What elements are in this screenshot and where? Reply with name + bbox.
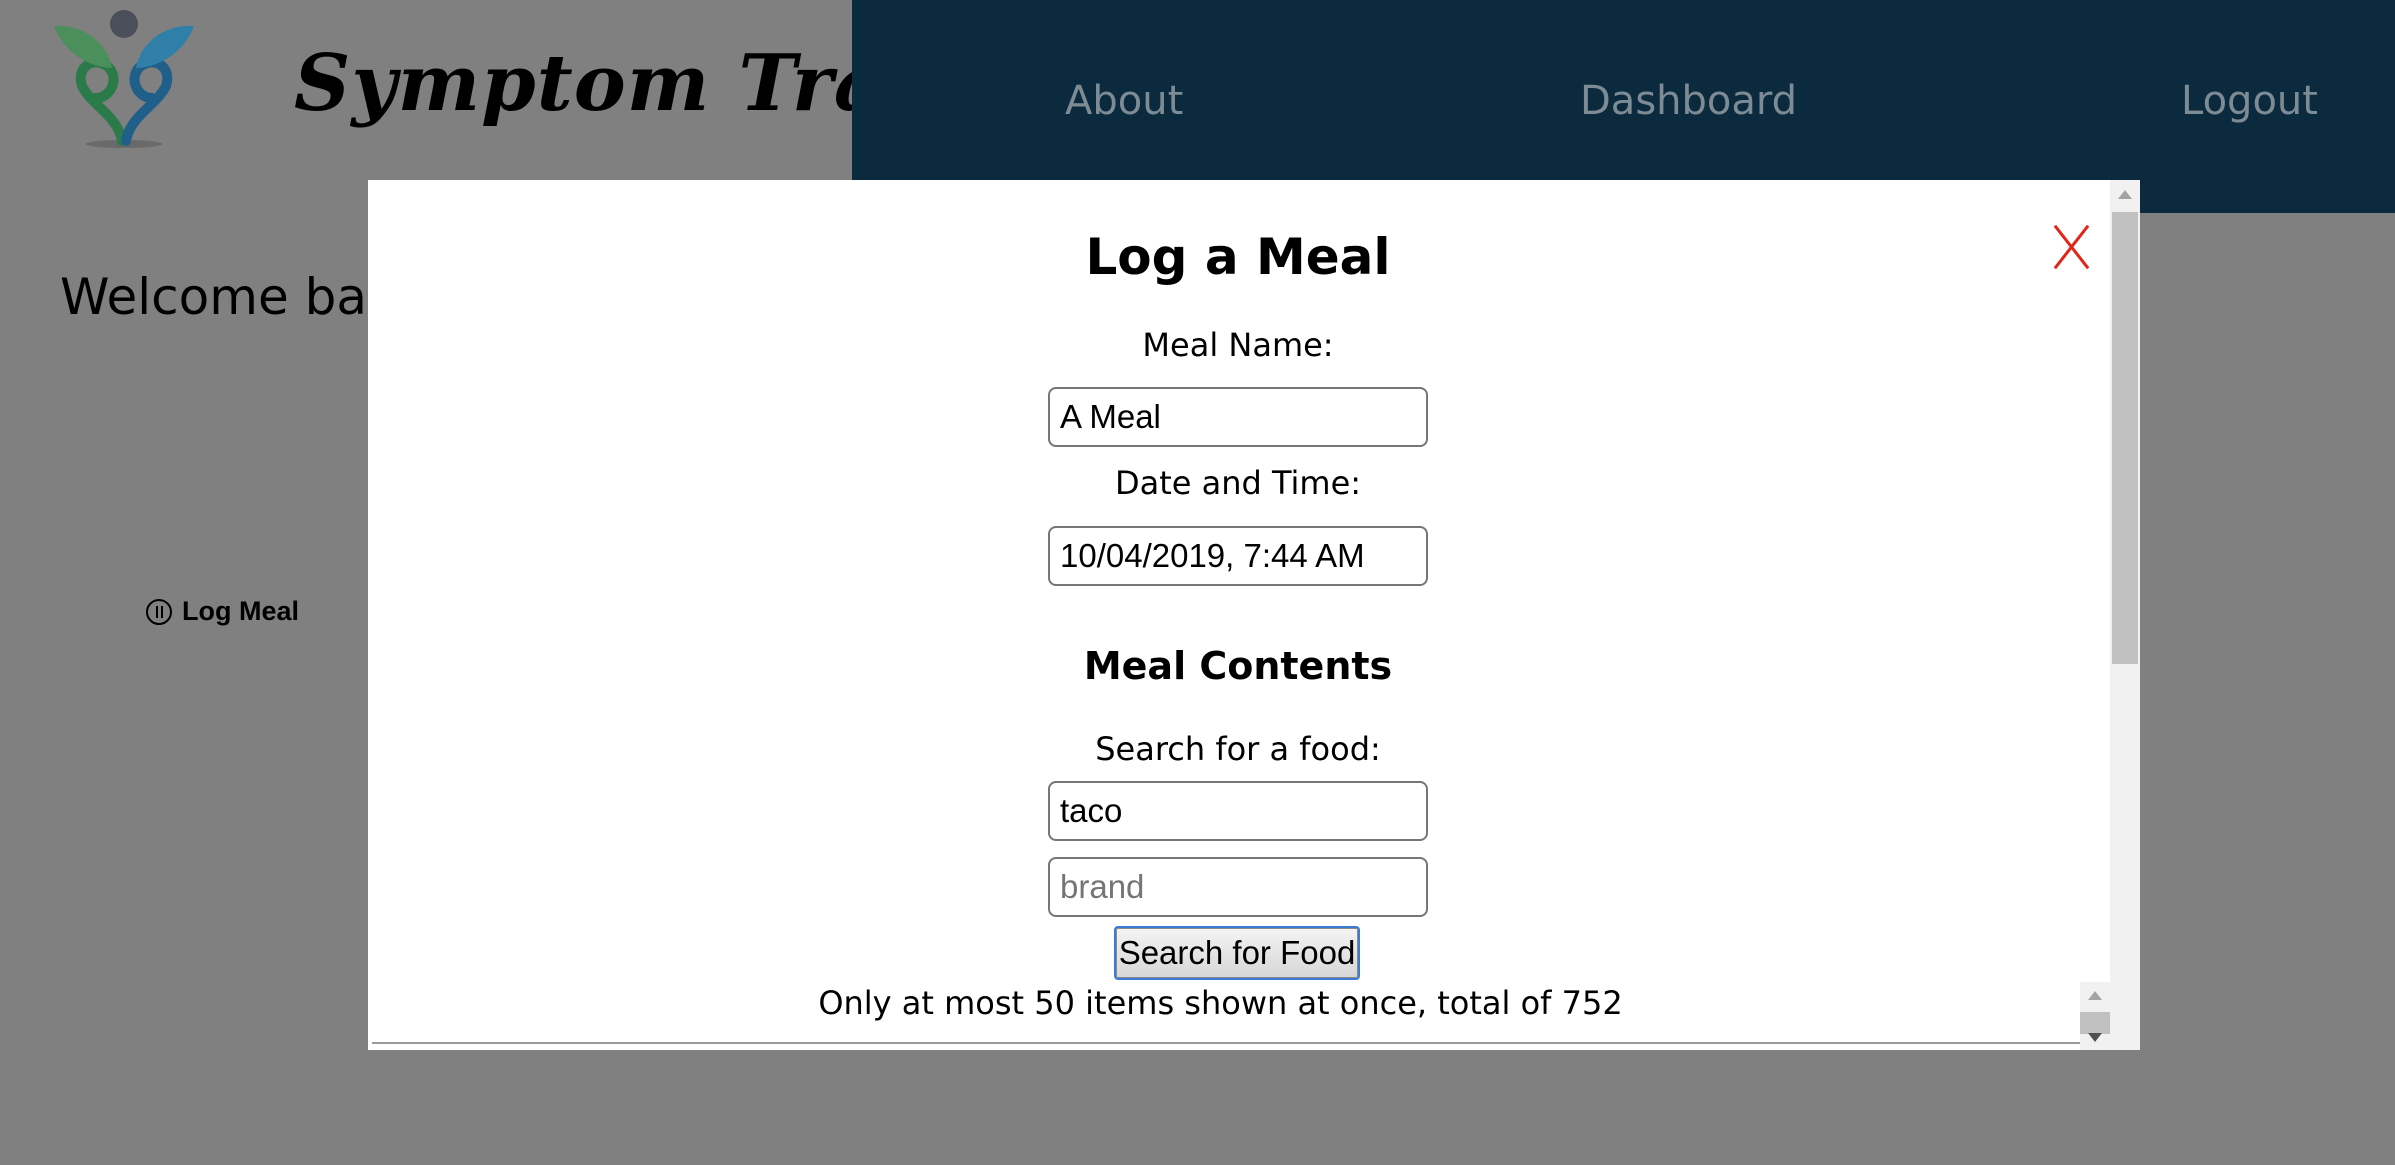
meal-contents-heading: Meal Contents bbox=[1083, 644, 1393, 688]
log-meal-button[interactable]: Log Meal bbox=[146, 596, 299, 627]
modal-scroll-thumb[interactable] bbox=[2112, 212, 2138, 664]
utensils-icon bbox=[146, 598, 172, 625]
food-search-input[interactable] bbox=[1048, 781, 1428, 841]
results-divider bbox=[372, 1042, 2080, 1044]
datetime-input[interactable] bbox=[1048, 526, 1428, 586]
brand-input[interactable] bbox=[1048, 857, 1428, 917]
meal-name-label: Meal Name: bbox=[1142, 326, 1334, 364]
modal-title: Log a Meal bbox=[1085, 228, 1391, 286]
results-scroll-thumb[interactable] bbox=[2080, 1012, 2110, 1034]
nav-about[interactable]: About bbox=[1065, 78, 1183, 124]
search-food-label: Search for a food: bbox=[1095, 730, 1381, 768]
results-scrollbar[interactable] bbox=[2080, 982, 2110, 1050]
modal-scrollbar[interactable] bbox=[2110, 180, 2140, 1050]
modal-scroll-up-arrow-icon[interactable] bbox=[2118, 190, 2132, 199]
meal-name-input[interactable] bbox=[1048, 387, 1428, 447]
logo-icon bbox=[54, 10, 194, 148]
results-info-text: Only at most 50 items shown at once, tot… bbox=[818, 984, 1623, 1022]
scroll-down-arrow-icon[interactable] bbox=[2088, 1033, 2102, 1042]
datetime-label: Date and Time: bbox=[1114, 464, 1362, 502]
close-icon[interactable] bbox=[2052, 222, 2092, 272]
search-for-food-button[interactable]: Search for Food bbox=[1114, 926, 1360, 980]
nav-logout[interactable]: Logout bbox=[2181, 78, 2318, 124]
nav-dashboard[interactable]: Dashboard bbox=[1580, 78, 1797, 124]
scroll-up-arrow-icon[interactable] bbox=[2088, 991, 2102, 1000]
log-meal-modal: Log a Meal Meal Name: Date and Time: Mea… bbox=[368, 180, 2140, 1050]
log-meal-label: Log Meal bbox=[182, 596, 300, 626]
